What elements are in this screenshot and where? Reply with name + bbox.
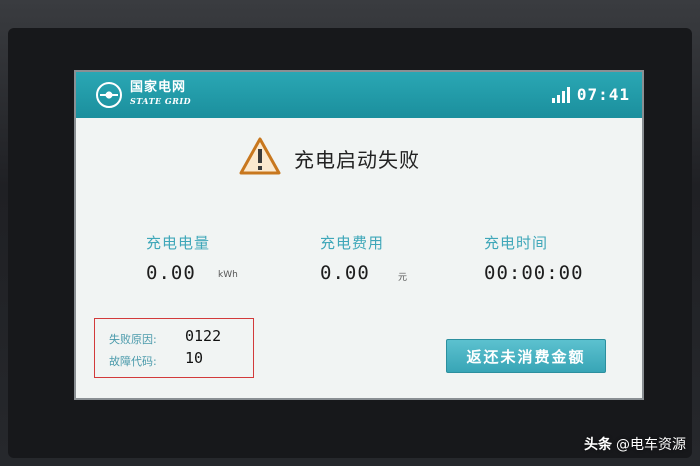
watermark-brand: 头条: [584, 437, 612, 453]
failure-info-box: 失败原因: 0122 故障代码: 10: [94, 318, 254, 378]
signal-bars-icon: [552, 87, 570, 103]
failure-reason-label: 失败原因:: [109, 333, 157, 346]
metric-energy: 充电电量 0.00 kWh: [146, 232, 238, 284]
fault-code-label: 故障代码:: [109, 355, 157, 368]
metric-value: 00:00:00: [484, 262, 584, 284]
metric-cost: 充电费用 0.00 元: [320, 232, 407, 284]
watermark: 头条 @电车资源: [584, 434, 686, 454]
metric-unit: kWh: [218, 270, 238, 280]
brand-name-en: STATE GRID: [130, 96, 192, 106]
alert-title: 充电启动失败: [294, 148, 420, 172]
clock-time: 07:41: [576, 85, 630, 104]
metric-unit: 元: [398, 273, 408, 283]
failure-reason-value: 0122: [185, 327, 222, 345]
metric-label: 充电费用: [320, 234, 385, 252]
watermark-handle: @电车资源: [616, 437, 686, 453]
state-grid-logo-icon: [96, 82, 122, 108]
metric-duration: 充电时间 00:00:00: [484, 232, 583, 284]
brand-name-cn: 国家电网: [130, 80, 187, 95]
warning-triangle-icon: [239, 137, 281, 175]
header-bar: 国家电网 STATE GRID 07:41: [76, 72, 642, 118]
brand-logo: 国家电网 STATE GRID: [130, 81, 191, 105]
metric-label: 充电时间: [484, 234, 549, 252]
metric-label: 充电电量: [146, 234, 211, 252]
touch-screen: 国家电网 STATE GRID 07:41 充电启动失败 充电电量 0.00 k…: [74, 70, 644, 400]
metric-value: 0.00: [146, 262, 196, 284]
metric-value: 0.00: [320, 262, 370, 284]
fault-code-value: 10: [185, 349, 204, 367]
refund-unused-amount-button[interactable]: 返还未消费金额: [446, 339, 606, 373]
